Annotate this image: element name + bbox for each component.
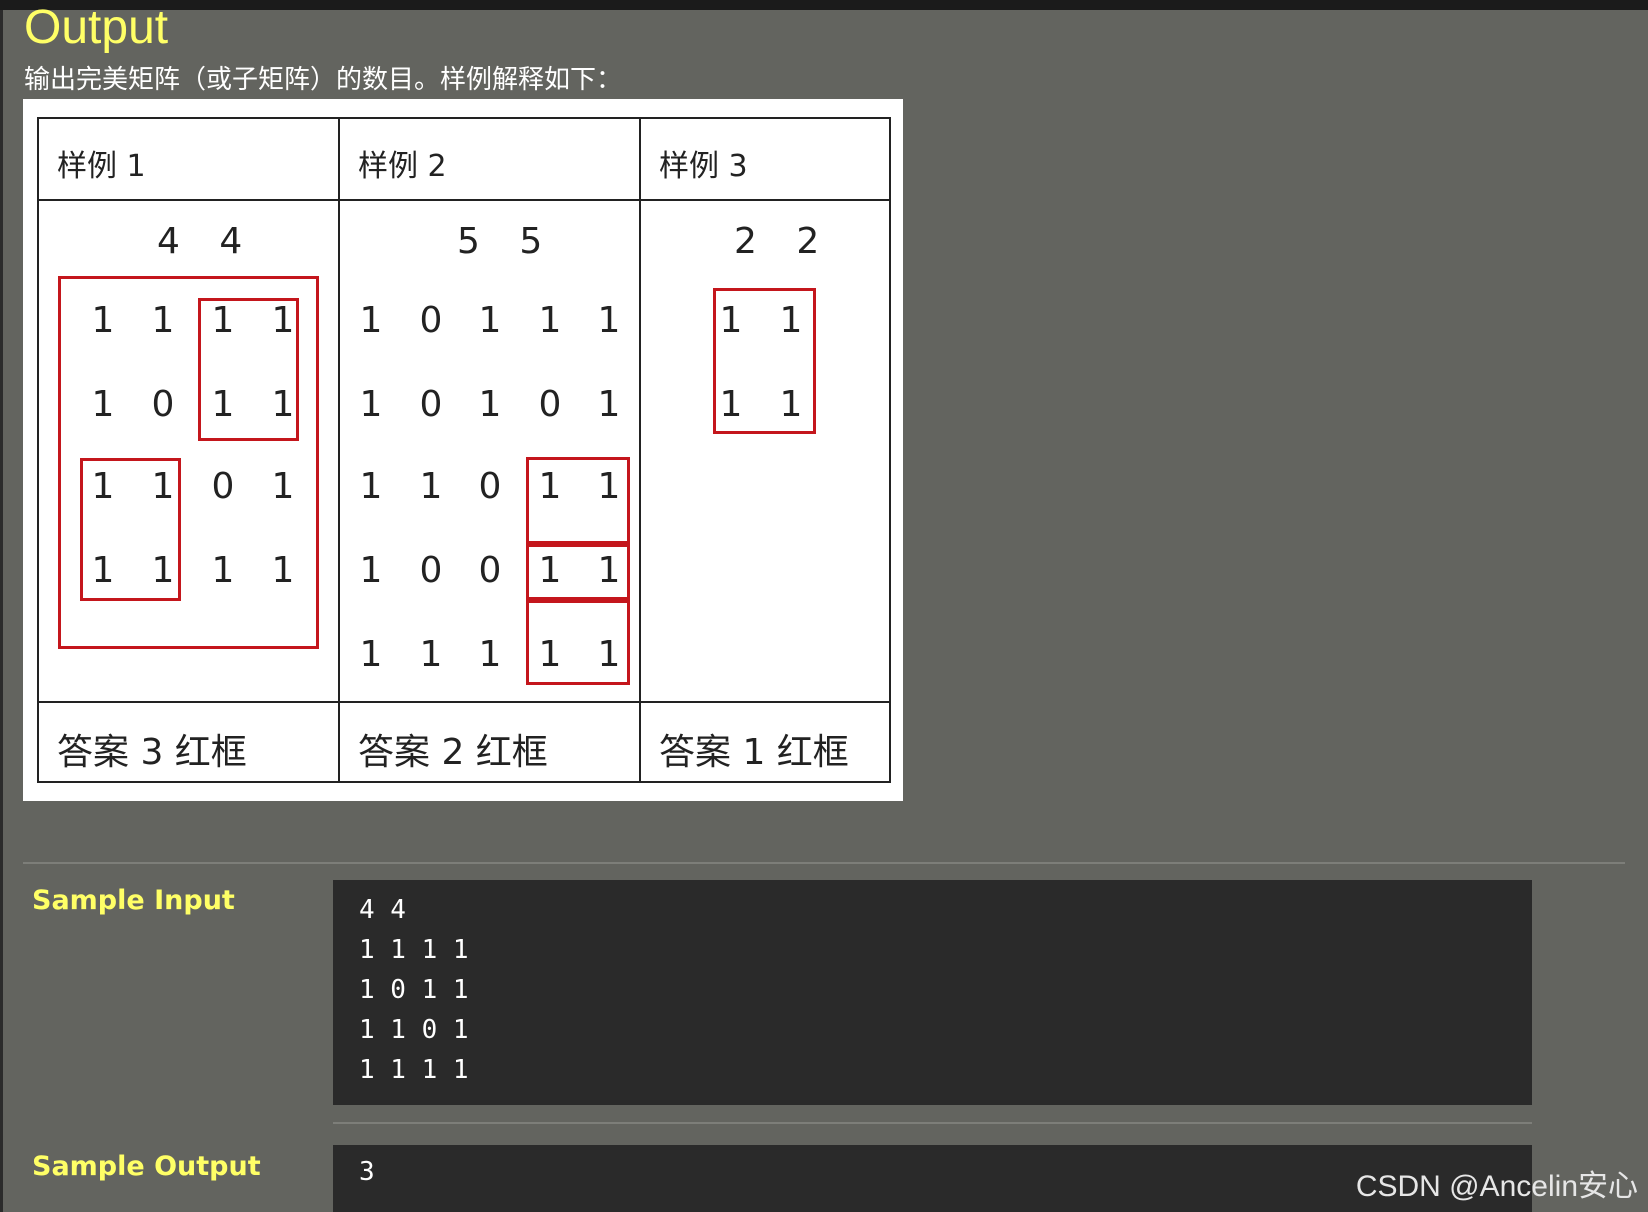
grid-cell: 1 [359,300,383,341]
grid-cell: 0 [538,384,562,425]
red-box [526,597,630,685]
grid-cell: 1 [478,300,502,341]
code-divider [333,1122,1532,1124]
sample1-header-cell: 样例 1 [37,117,340,201]
grid-cell: 1 [359,550,383,591]
sample3-header: 样例 3 [659,149,748,184]
grid-cell: 1 [359,384,383,425]
sample1-dims: 4 4 [157,221,257,262]
red-box [526,541,630,603]
code-line: 1 0 1 1 [359,975,469,1005]
grid-cell: 1 [478,384,502,425]
code-line: 1 1 1 1 [359,935,469,965]
grid-cell: 1 [419,466,443,507]
sample1-body: 4 4 1 1 1 1 1 0 1 1 1 1 0 1 1 1 1 1 [37,199,340,703]
red-box [713,288,816,434]
grid-cell: 0 [419,300,443,341]
left-edge [0,10,3,1212]
grid-cell: 0 [478,550,502,591]
sample3-answer-cell: 答案 1 红框 [639,701,891,783]
sample-explanation-figure: 样例 1 样例 2 样例 3 4 4 1 1 1 1 1 0 1 1 1 1 0… [23,99,903,801]
code-line: 1 1 1 1 [359,1055,469,1085]
grid-cell: 1 [359,634,383,675]
sample3-header-cell: 样例 3 [639,117,891,201]
sample1-answer: 答案 3 红框 [57,732,247,773]
grid-cell: 1 [359,466,383,507]
grid-cell: 1 [597,384,621,425]
grid-cell: 1 [478,634,502,675]
sample-output-label: Sample Output [32,1151,261,1182]
top-bar [0,0,1648,10]
grid-cell: 1 [419,634,443,675]
sample2-answer: 答案 2 红框 [358,732,548,773]
sample1-header: 样例 1 [57,149,146,184]
sample2-dims: 5 5 [457,221,557,262]
sample2-body: 5 5 1 0 1 1 1 1 0 1 0 1 1 1 0 1 1 1 0 0 … [338,199,641,703]
sample3-body: 2 2 1 1 1 1 [639,199,891,703]
code-line: 4 4 [359,895,406,925]
red-box [526,457,630,547]
section-divider [23,862,1625,864]
sample2-header: 样例 2 [358,149,447,184]
sample-output-value: 3 [359,1157,375,1187]
sample2-header-cell: 样例 2 [338,117,641,201]
sample3-dims: 2 2 [734,221,834,262]
output-heading: Output [24,1,169,54]
sample1-answer-cell: 答案 3 红框 [37,701,340,783]
sample-output-code[interactable]: 3 [333,1145,1532,1212]
grid-cell: 1 [538,300,562,341]
grid-cell: 0 [419,384,443,425]
red-box [198,298,299,441]
output-description: 输出完美矩阵（或子矩阵）的数目。样例解释如下： [24,65,623,95]
grid-cell: 0 [419,550,443,591]
sample2-answer-cell: 答案 2 红框 [338,701,641,783]
grid-cell: 1 [597,300,621,341]
sample3-answer: 答案 1 红框 [659,732,849,773]
sample-input-label: Sample Input [32,885,235,916]
grid-cell: 0 [478,466,502,507]
watermark: CSDN @Ancelin安心 [1355,1170,1638,1203]
code-line: 1 1 0 1 [359,1015,469,1045]
sample-input-code[interactable]: 4 4 1 1 1 1 1 0 1 1 1 1 0 1 1 1 1 1 [333,880,1532,1105]
red-box [80,458,181,601]
sample-table: 样例 1 样例 2 样例 3 4 4 1 1 1 1 1 0 1 1 1 1 0… [37,117,891,783]
